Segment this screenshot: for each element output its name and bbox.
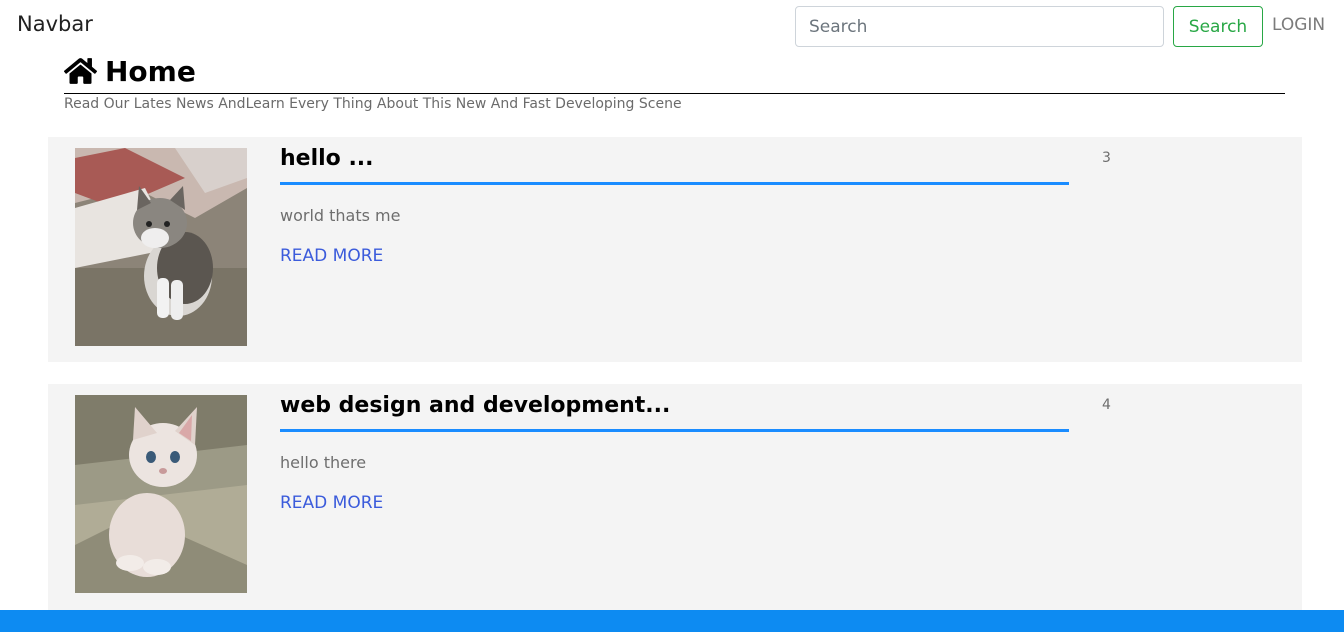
post-title[interactable]: web design and development... xyxy=(280,393,1069,432)
page-title: Home xyxy=(105,55,196,88)
page-header: Home xyxy=(64,56,1285,94)
post-id: 4 xyxy=(1102,397,1111,413)
post-card: hello ... world thats me READ MORE 3 xyxy=(48,137,1302,362)
post-thumbnail[interactable] xyxy=(75,395,247,593)
post-excerpt: hello there xyxy=(280,453,367,472)
post-id: 3 xyxy=(1102,150,1111,166)
post-title[interactable]: hello ... xyxy=(280,146,1069,185)
read-more-link[interactable]: READ MORE xyxy=(280,246,383,266)
footer-bar xyxy=(0,610,1344,632)
search-button[interactable]: Search xyxy=(1173,6,1263,47)
post-excerpt: world thats me xyxy=(280,206,401,225)
login-link[interactable]: LOGIN xyxy=(1272,15,1325,35)
navbar-brand[interactable]: Navbar xyxy=(17,12,93,36)
home-icon xyxy=(64,58,97,84)
cream-kitten-photo xyxy=(75,395,247,593)
post-thumbnail[interactable] xyxy=(75,148,247,346)
post-card: web design and development... hello ther… xyxy=(48,384,1302,610)
read-more-link[interactable]: READ MORE xyxy=(280,493,383,513)
page-subtitle: Read Our Lates News AndLearn Every Thing… xyxy=(64,96,682,112)
navbar: Navbar Search LOGIN xyxy=(0,0,1344,54)
search-input[interactable] xyxy=(795,6,1164,47)
tabby-kitten-photo xyxy=(75,148,247,346)
